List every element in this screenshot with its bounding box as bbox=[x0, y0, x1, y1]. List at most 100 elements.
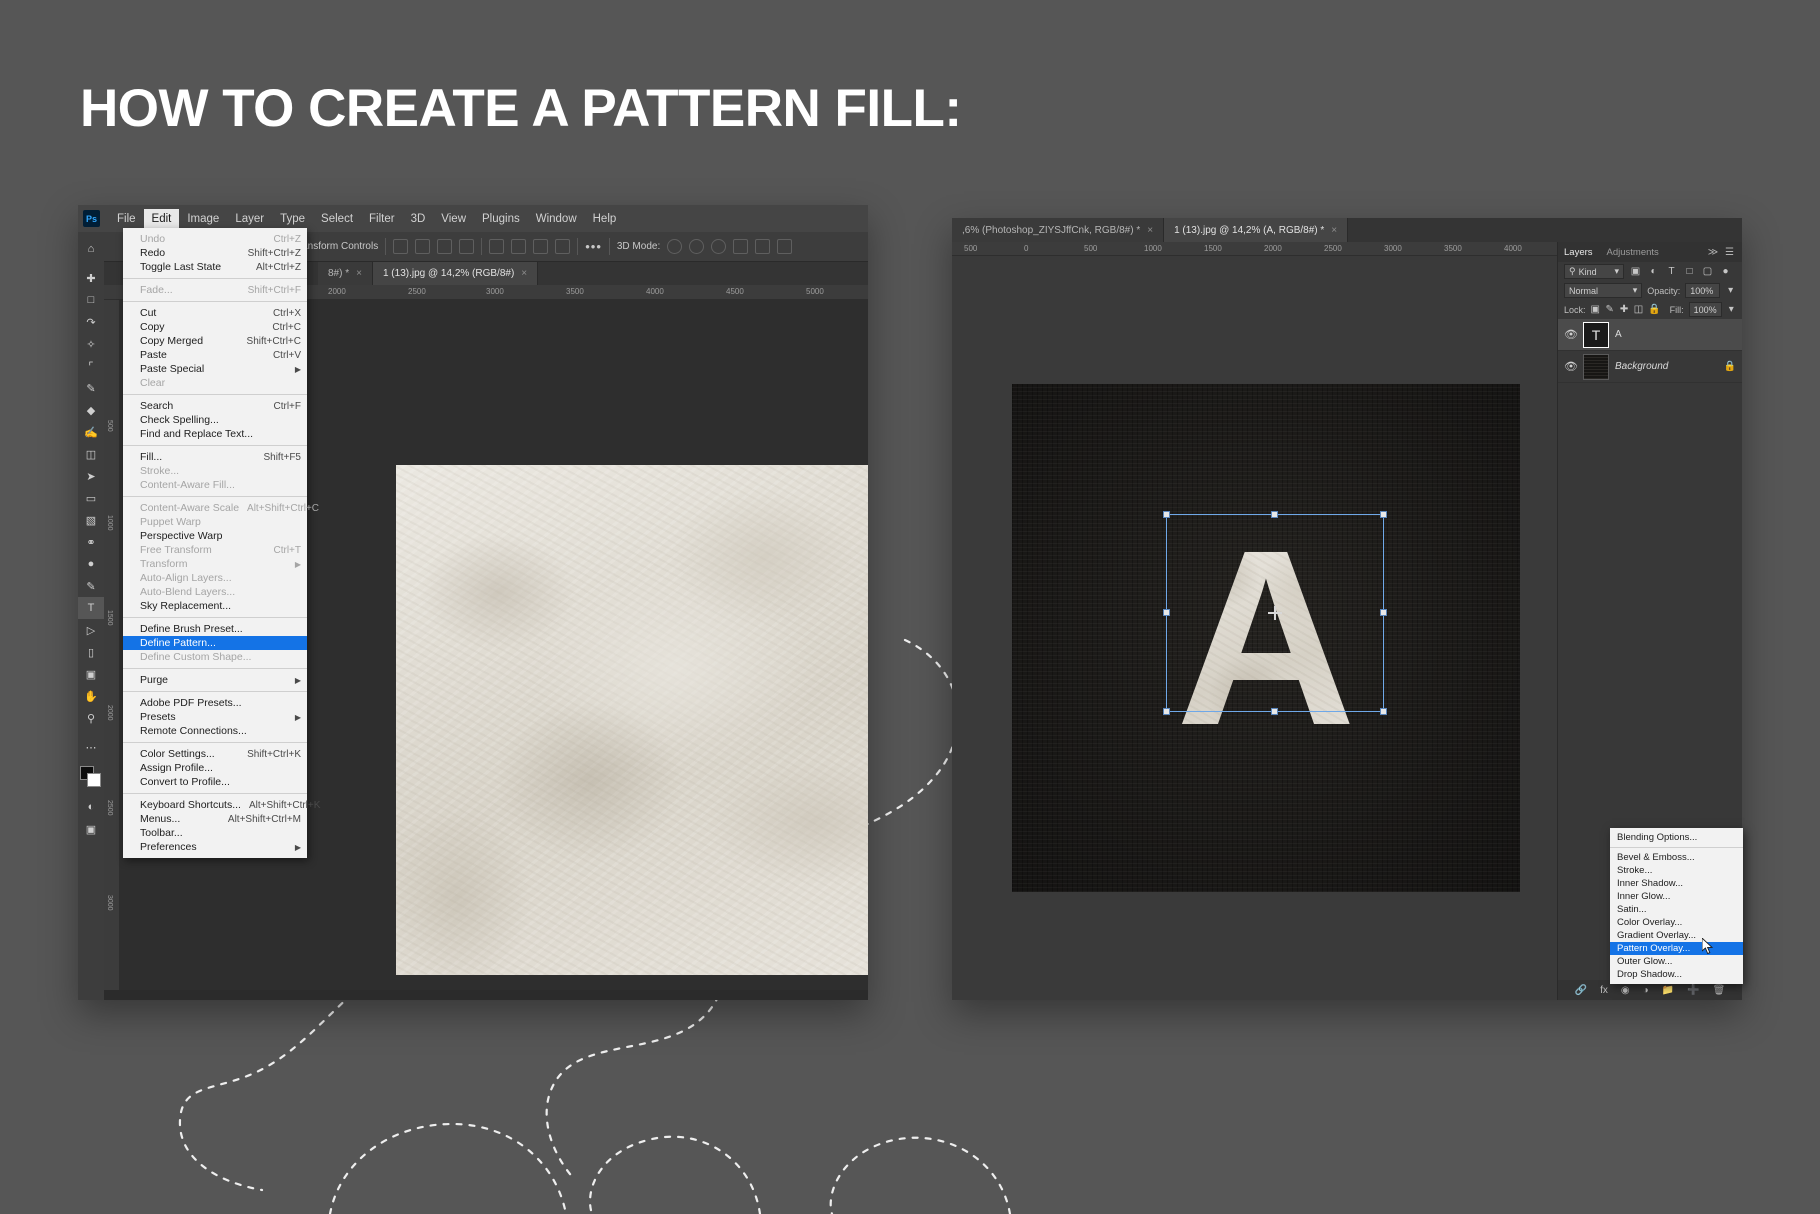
layer-name-background[interactable]: Background bbox=[1615, 361, 1668, 372]
type-tool-icon[interactable]: T bbox=[78, 597, 104, 619]
transform-handle-br[interactable] bbox=[1380, 708, 1387, 715]
menu-plugins[interactable]: Plugins bbox=[474, 209, 528, 229]
3d-scale-icon[interactable] bbox=[755, 239, 771, 254]
clone-stamp-tool-icon[interactable]: ◫ bbox=[78, 443, 104, 465]
history-brush-tool-icon[interactable]: ➤ bbox=[78, 465, 104, 487]
edit-menu-item-content-aware-fill[interactable]: Content-Aware Fill... bbox=[123, 478, 307, 492]
lock-image-icon[interactable]: ✎ bbox=[1605, 303, 1614, 316]
menu-help[interactable]: Help bbox=[585, 209, 625, 229]
edit-menu-item-cut[interactable]: Cut Ctrl+X bbox=[123, 306, 307, 320]
rectangle-tool-icon[interactable]: ▯ bbox=[78, 641, 104, 663]
menu-edit[interactable]: Edit bbox=[143, 208, 180, 229]
fill-input[interactable]: 100% bbox=[1688, 302, 1722, 317]
menu-select[interactable]: Select bbox=[313, 209, 361, 229]
crop-tool-icon[interactable]: ⌜ bbox=[78, 355, 104, 377]
close-icon[interactable]: × bbox=[1331, 225, 1337, 236]
3d-orbit-icon[interactable] bbox=[667, 239, 683, 254]
style-menu-item-blending-options[interactable]: Blending Options... bbox=[1610, 831, 1743, 844]
style-menu-item-gradient-overlay[interactable]: Gradient Overlay... bbox=[1610, 929, 1743, 942]
document-tab-right-1[interactable]: ,6% (Photoshop_ZIYSJffCnk, RGB/8#) * × bbox=[952, 218, 1165, 242]
close-icon[interactable]: × bbox=[1147, 225, 1153, 236]
eraser-tool-icon[interactable]: ▭ bbox=[78, 487, 104, 509]
align-left-icon[interactable] bbox=[393, 239, 409, 254]
lock-artboard-icon[interactable]: ◫ bbox=[1634, 303, 1643, 316]
healing-brush-tool-icon[interactable]: ◆ bbox=[78, 399, 104, 421]
layer-row-background[interactable]: 👁 Background 🔒 bbox=[1558, 351, 1742, 383]
filter-smart-object-icon[interactable]: ▢ bbox=[1701, 265, 1714, 278]
edit-menu-item-convert-to-profile[interactable]: Convert to Profile... bbox=[123, 775, 307, 789]
3d-camera-icon[interactable] bbox=[777, 239, 793, 254]
filter-pixel-icon[interactable]: ▣ bbox=[1629, 265, 1642, 278]
edit-menu-dropdown[interactable]: Undo Ctrl+Z Redo Shift+Ctrl+Z Toggle Last St… bbox=[123, 228, 320, 858]
transform-handle-bl[interactable] bbox=[1163, 708, 1170, 715]
lock-position-icon[interactable]: ✚ bbox=[1619, 303, 1628, 316]
menu-view[interactable]: View bbox=[433, 209, 474, 229]
edit-menu-item-purge[interactable]: Purge ▶ bbox=[123, 673, 307, 687]
background-color-swatch[interactable] bbox=[87, 773, 101, 787]
edit-menu-item-presets[interactable]: Presets ▶ bbox=[123, 710, 307, 724]
screen-mode-icon[interactable]: ▣ bbox=[78, 818, 104, 840]
edit-menu-item-perspective-warp[interactable]: Perspective Warp bbox=[123, 529, 307, 543]
transform-handle-ml[interactable] bbox=[1163, 609, 1170, 616]
link-layers-icon[interactable]: 🔗 bbox=[1575, 985, 1587, 996]
edit-menu-item-define-pattern[interactable]: Define Pattern... bbox=[123, 636, 307, 650]
edit-menu-item-content-aware-scale[interactable]: Content-Aware Scale Alt+Shift+Ctrl+C bbox=[123, 501, 319, 515]
move-tool-icon[interactable]: ✚ bbox=[78, 267, 104, 289]
style-menu-item-outer-glow[interactable]: Outer Glow... bbox=[1610, 955, 1743, 968]
edit-menu-item-redo[interactable]: Redo Shift+Ctrl+Z bbox=[123, 246, 307, 260]
path-selection-tool-icon[interactable]: ▷ bbox=[78, 619, 104, 641]
layer-filter-kind-select[interactable]: ⚲ Kind ▾ bbox=[1564, 264, 1624, 279]
transform-pivot-icon[interactable] bbox=[1268, 606, 1282, 620]
edit-menu-item-define-brush-preset[interactable]: Define Brush Preset... bbox=[123, 622, 307, 636]
transform-handle-tc[interactable] bbox=[1271, 511, 1278, 518]
lock-transparency-icon[interactable]: ▣ bbox=[1591, 303, 1600, 316]
layer-thumbnail-text[interactable]: T bbox=[1583, 321, 1609, 348]
transform-handle-mr[interactable] bbox=[1380, 609, 1387, 616]
blur-tool-icon[interactable]: ⚭ bbox=[78, 531, 104, 553]
marquee-tool-icon[interactable]: □ bbox=[78, 289, 104, 311]
texture-pattern-image[interactable] bbox=[396, 465, 868, 975]
layer-style-context-menu[interactable]: Blending Options... Bevel & Emboss... Stro… bbox=[1610, 828, 1743, 984]
lock-all-icon[interactable]: 🔒 bbox=[1648, 303, 1660, 316]
panel-menu-icon[interactable]: ≫ ☰ bbox=[1708, 247, 1736, 258]
edit-menu-item-transform[interactable]: Transform ▶ bbox=[123, 557, 307, 571]
color-swatches[interactable] bbox=[80, 766, 102, 788]
quick-mask-icon[interactable]: ◐ bbox=[78, 796, 104, 818]
transform-handle-tl[interactable] bbox=[1163, 511, 1170, 518]
3d-slide-icon[interactable] bbox=[733, 239, 749, 254]
layer-row-text[interactable]: 👁 T A bbox=[1558, 319, 1742, 351]
transform-handle-bc[interactable] bbox=[1271, 708, 1278, 715]
edit-menu-item-preferences[interactable]: Preferences ▶ bbox=[123, 840, 307, 854]
edit-menu-item-define-custom-shape[interactable]: Define Custom Shape... bbox=[123, 650, 307, 664]
edit-menu-item-sky-replacement[interactable]: Sky Replacement... bbox=[123, 599, 307, 613]
align-middle-icon[interactable] bbox=[511, 239, 527, 254]
add-layer-style-icon[interactable]: fx bbox=[1600, 985, 1608, 996]
dodge-tool-icon[interactable]: ● bbox=[78, 553, 104, 575]
style-menu-item-drop-shadow[interactable]: Drop Shadow... bbox=[1610, 968, 1743, 981]
style-menu-item-color-overlay[interactable]: Color Overlay... bbox=[1610, 916, 1743, 929]
style-menu-item-inner-shadow[interactable]: Inner Shadow... bbox=[1610, 877, 1743, 890]
style-menu-item-inner-glow[interactable]: Inner Glow... bbox=[1610, 890, 1743, 903]
close-icon[interactable]: × bbox=[521, 268, 527, 279]
3d-roll-icon[interactable] bbox=[689, 239, 705, 254]
lock-icon[interactable]: 🔒 bbox=[1724, 361, 1736, 372]
edit-menu-item-paste-special[interactable]: Paste Special ▶ bbox=[123, 362, 307, 376]
document-tab-2[interactable]: 1 (13).jpg @ 14,2% (RGB/8#) × bbox=[372, 262, 539, 285]
edit-menu-item-puppet-warp[interactable]: Puppet Warp bbox=[123, 515, 307, 529]
chevron-down-icon[interactable]: ▾ bbox=[1725, 284, 1736, 297]
edit-menu-item-remote-connections[interactable]: Remote Connections... bbox=[123, 724, 307, 738]
pen-tool-icon[interactable]: ✎ bbox=[78, 575, 104, 597]
style-menu-item-pattern-overlay[interactable]: Pattern Overlay... bbox=[1610, 942, 1743, 955]
close-icon[interactable]: × bbox=[356, 268, 362, 279]
tab-adjustments[interactable]: Adjustments bbox=[1607, 247, 1659, 258]
edit-menu-item-color-settings[interactable]: Color Settings... Shift+Ctrl+K bbox=[123, 747, 307, 761]
blend-mode-select[interactable]: Normal ▾ bbox=[1564, 283, 1643, 298]
edit-menu-item-copy[interactable]: Copy Ctrl+C bbox=[123, 320, 307, 334]
edit-menu-item-auto-align-layers[interactable]: Auto-Align Layers... bbox=[123, 571, 307, 585]
align-right-icon[interactable] bbox=[437, 239, 453, 254]
menu-file[interactable]: File bbox=[109, 209, 144, 229]
document-tab-right-2[interactable]: 1 (13).jpg @ 14,2% (A, RGB/8#) * × bbox=[1164, 218, 1349, 242]
filter-adjustment-icon[interactable]: ◐ bbox=[1647, 265, 1660, 278]
layer-visibility-icon[interactable]: 👁 bbox=[1564, 360, 1578, 373]
tab-layers[interactable]: Layers bbox=[1564, 247, 1593, 258]
